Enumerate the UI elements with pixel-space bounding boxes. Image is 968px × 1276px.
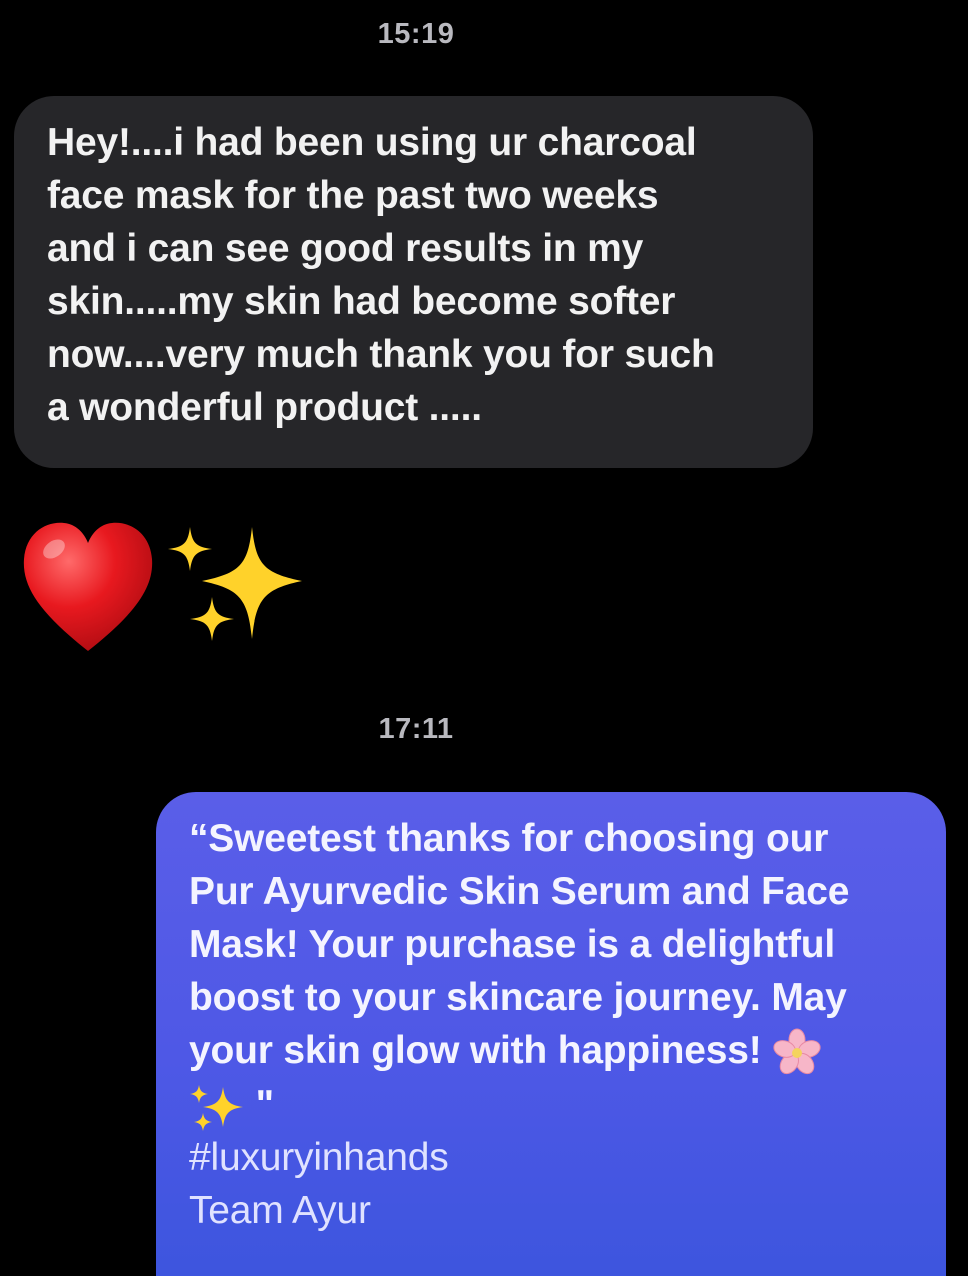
red-heart-icon — [23, 522, 153, 651]
closing-quote: " — [255, 1082, 275, 1126]
message-text-line: your skin glow with happiness! — [189, 1029, 762, 1072]
hashtag-link[interactable]: #luxuryinhands — [189, 1131, 926, 1184]
message-text-line: skin.....my skin had become softer — [47, 280, 676, 323]
timestamp: 17:11 — [378, 713, 454, 745]
message-text-line: face mask for the past two weeks — [47, 174, 659, 217]
incoming-message-bubble[interactable]: Hey!....i had been using ur charcoal fac… — [14, 96, 813, 468]
sparkles-icon — [168, 527, 302, 641]
message-text-line: Mask! Your purchase is a delightful — [189, 923, 836, 966]
timestamp: 15:19 — [377, 18, 455, 50]
message-text-line: a wonderful product ..... — [47, 386, 482, 429]
message-text-line: Hey!....i had been using ur charcoal — [47, 121, 697, 164]
cherry-blossom-icon — [773, 1028, 821, 1074]
outgoing-message-bubble[interactable]: “Sweetest thanks for choosing our Pur Ay… — [156, 792, 946, 1276]
sparkles-icon — [190, 1085, 243, 1132]
signature: Team Ayur — [189, 1189, 371, 1233]
message-text-line-with-emoji: your skin glow with happiness! — [189, 1024, 926, 1078]
message-text-line: now....very much thank you for such — [47, 333, 715, 376]
message-text-line: Pur Ayurvedic Skin Serum and Face — [189, 870, 850, 913]
message-text-line-with-emoji: " — [189, 1078, 926, 1132]
message-text-line: “Sweetest thanks for choosing our — [189, 817, 829, 860]
emoji-reaction-message[interactable] — [20, 515, 310, 665]
message-text-line: and i can see good results in my — [47, 227, 644, 270]
message-text-line: boost to your skincare journey. May — [189, 976, 847, 1019]
